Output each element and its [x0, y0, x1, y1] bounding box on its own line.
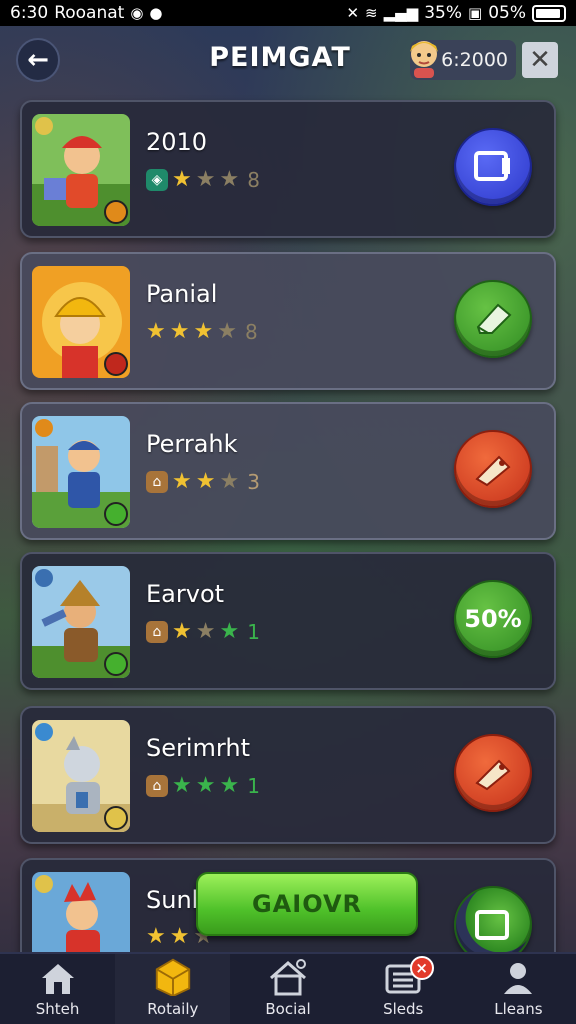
app-badge-icon: ●	[149, 4, 163, 22]
star-icon: ★	[146, 924, 166, 949]
character-thumbnail	[32, 266, 130, 378]
item-title: Earvot	[146, 580, 225, 608]
star-icon: ★	[172, 619, 192, 644]
item-title: 2010	[146, 128, 208, 156]
status-carrier: Rooanat	[54, 3, 125, 23]
arrow-left-icon: ←	[27, 45, 49, 75]
page-title: PEIMGAT	[209, 42, 351, 73]
nav-item-lleans[interactable]: Lleans	[461, 954, 576, 1024]
rating-value: 8	[247, 168, 260, 192]
nav-label: Sleds	[383, 1000, 424, 1018]
house-outline-icon	[270, 959, 306, 996]
bottom-nav: Shteh Rotaily Bocial × Sleds Lleans	[0, 952, 576, 1024]
treasure-box-icon	[155, 958, 190, 996]
character-thumbnail	[32, 416, 130, 528]
status-left: 6:30 Rooanat ◉ ●	[10, 3, 163, 23]
star-icon: ★	[172, 469, 192, 494]
item-title: Panial	[146, 280, 218, 308]
cta-label: GAIOVR	[251, 890, 362, 918]
star-icon: ★	[146, 319, 166, 344]
action-button[interactable]	[454, 280, 532, 358]
nav-label: Shteh	[35, 1000, 80, 1018]
eraser-icon	[476, 303, 512, 334]
status-right: ✕ ≋ ▂▄▆ 35% ▣ 05%	[346, 3, 566, 23]
currency-value: 6:2000	[441, 49, 508, 71]
signal-icon: ▂▄▆	[383, 4, 419, 22]
back-button[interactable]: ←	[16, 38, 60, 82]
item-rating: ◈ ★ ★ ★ 8	[146, 168, 260, 192]
status-percent-right: 05%	[488, 3, 526, 23]
nav-item-social[interactable]: Bocial	[230, 954, 345, 1024]
star-icon: ★	[219, 167, 240, 192]
notification-icon: ◉	[130, 4, 144, 22]
house-icon: ⌂	[146, 621, 168, 643]
item-rating: ⌂ ★ ★ ★ 3	[146, 470, 260, 494]
action-button[interactable]	[454, 734, 532, 812]
home-icon	[41, 964, 74, 994]
list-item[interactable]: Serimrht ⌂ ★ ★ ★ 1	[20, 706, 556, 844]
battery-saver-icon: ▣	[468, 4, 483, 22]
rating-value: 8	[244, 320, 258, 344]
list-item[interactable]: Panial ★ ★ ★ ★ 8	[20, 252, 556, 390]
action-button[interactable]	[454, 128, 532, 206]
house-icon: ⌂	[146, 471, 168, 493]
item-rating: ⌂ ★ ★ ★ 1	[146, 620, 260, 644]
nav-item-shop[interactable]: Shteh	[0, 954, 115, 1024]
item-title: Serimrht	[146, 734, 250, 762]
shield-icon: ◈	[146, 169, 168, 191]
status-bar: 6:30 Rooanat ◉ ● ✕ ≋ ▂▄▆ 35% ▣ 05%	[0, 0, 576, 26]
list-item[interactable]: 2010 ◈ ★ ★ ★ 8	[20, 100, 556, 238]
mute-icon: ✕	[346, 4, 360, 22]
discount-button[interactable]: 50%	[454, 580, 532, 658]
star-icon: ★	[217, 319, 237, 344]
close-icon[interactable]: ✕	[522, 42, 558, 78]
action-button[interactable]	[454, 430, 532, 508]
window-icon	[474, 151, 510, 181]
header: ← PEIMGAT 6:2000 ✕	[0, 30, 576, 92]
nav-label: Bocial	[265, 1000, 311, 1018]
notification-badge: ×	[409, 956, 434, 980]
battery-icon	[532, 4, 566, 22]
star-icon: ★	[195, 469, 216, 494]
rating-value: 1	[247, 774, 260, 798]
star-icon: ★	[195, 619, 216, 644]
character-thumbnail	[32, 566, 130, 678]
rating-value: 1	[247, 620, 260, 644]
star-icon: ★	[219, 469, 240, 494]
item-title: Perrahk	[146, 430, 238, 458]
star-icon: ★	[195, 167, 216, 192]
status-battery-percent: 35%	[424, 3, 463, 23]
player-avatar-icon	[410, 41, 438, 78]
star-icon: ★	[219, 773, 240, 798]
ticket-icon	[475, 455, 511, 487]
wifi-icon: ≋	[365, 4, 378, 22]
user-icon	[504, 963, 533, 994]
primary-cta-button[interactable]: GAIOVR	[196, 872, 418, 936]
star-icon: ★	[172, 167, 192, 192]
ticket-icon	[475, 759, 511, 791]
character-thumbnail	[32, 114, 130, 226]
star-icon: ★	[172, 773, 192, 798]
rating-value: 3	[247, 470, 260, 494]
list-item[interactable]: Perrahk ⌂ ★ ★ ★ 3	[20, 402, 556, 540]
character-thumbnail	[32, 872, 130, 962]
star-icon: ★	[219, 619, 240, 644]
nav-label: Lleans	[494, 1000, 543, 1018]
star-icon: ★	[195, 773, 216, 798]
nav-item-sleds[interactable]: × Sleds	[346, 954, 461, 1024]
window-icon	[475, 910, 509, 940]
status-time: 6:30	[10, 3, 49, 23]
nav-item-rotaily[interactable]: Rotaily	[115, 954, 231, 1024]
list-item[interactable]: Earvot ⌂ ★ ★ ★ 1 50%	[20, 552, 556, 690]
discount-label: 50%	[464, 605, 522, 633]
item-rating: ⌂ ★ ★ ★ 1	[146, 774, 260, 798]
item-rating: ★ ★ ★ ★ 8	[146, 320, 258, 344]
star-icon: ★	[169, 319, 190, 344]
house-icon: ⌂	[146, 775, 168, 797]
star-icon: ★	[169, 924, 190, 949]
character-thumbnail	[32, 720, 130, 832]
star-icon: ★	[193, 319, 214, 344]
nav-label: Rotaily	[147, 1000, 199, 1018]
